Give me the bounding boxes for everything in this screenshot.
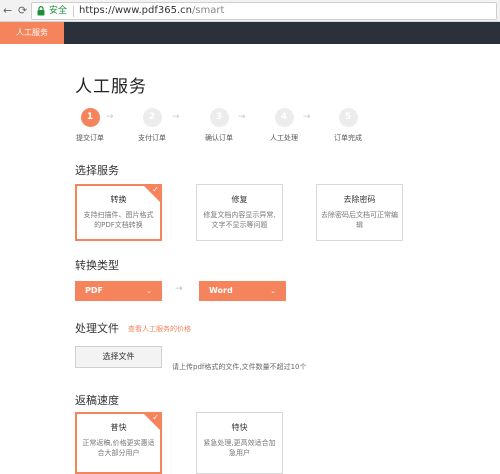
step-number: 5 (338, 108, 358, 127)
url-text[interactable]: https://www.pdf365.cn/smart (79, 4, 224, 18)
site-header: 人工服务 (0, 22, 500, 44)
url-path: /smart (191, 5, 225, 16)
card-desc: 支持扫描件、图片格式的PDF文档转换 (83, 211, 154, 229)
card-desc: 去除密码后文档可正常编辑 (321, 211, 398, 229)
file-hint: 请上传pdf格式的文件,文件数量不超过10个 (172, 363, 307, 371)
step-label: 支付订单 (138, 134, 166, 142)
section-title-convert: 转换类型 (75, 259, 119, 272)
step-arrow-icon: → (303, 112, 311, 122)
arrow-right-icon: → (175, 284, 183, 294)
step-arrow-icon: → (172, 112, 180, 122)
card-desc: 紧急处理,更高效适合加急用户 (203, 439, 276, 457)
step-label: 提交订单 (76, 134, 104, 142)
card-title: 去除密码 (343, 195, 376, 204)
step-number: 3 (209, 108, 229, 127)
dropdown-value: PDF (85, 286, 103, 295)
section-title-service: 选择服务 (75, 164, 119, 177)
price-link[interactable]: 查看人工服务的价格 (128, 324, 191, 334)
secure-label: 安全 (49, 6, 68, 16)
from-format-dropdown[interactable]: PDF ⌄ (75, 281, 162, 301)
header-tab-manual-service[interactable]: 人工服务 (0, 22, 64, 44)
chevron-down-icon: ⌄ (146, 287, 152, 295)
card-title: 特快 (231, 423, 248, 432)
checkmark-icon: ✓ (152, 413, 159, 422)
checkmark-icon: ✓ (152, 185, 159, 194)
page-title: 人工服务 (75, 77, 147, 97)
back-arrow-icon[interactable]: ← (3, 3, 12, 19)
card-desc: 正常返稿,价格更实惠适合大部分用户 (82, 439, 155, 457)
step-number: 1 (80, 108, 100, 127)
reload-icon[interactable]: ⟳ (18, 3, 27, 19)
step-5: 5 订单完成 (318, 108, 378, 143)
service-card-repair[interactable]: 修复 修复文档内容显示异常,文字不显示等问题 (196, 184, 283, 241)
service-card-convert[interactable]: 转换 支持扫描件、图片格式的PDF文档转换 ✓ (75, 184, 162, 241)
chevron-down-icon: ⌄ (270, 287, 276, 295)
card-desc: 修复文档内容显示异常,文字不显示等问题 (203, 211, 276, 229)
step-number: 2 (142, 108, 162, 127)
speed-card-normal[interactable]: 普快 正常返稿,价格更实惠适合大部分用户 ✓ (75, 412, 162, 474)
url-divider (73, 6, 74, 17)
step-arrow-icon: → (106, 112, 114, 122)
browser-toolbar: ← ⟳ 安全 https://www.pdf365.cn/smart (0, 0, 500, 22)
speed-card-express[interactable]: 特快 紧急处理,更高效适合加急用户 (196, 412, 283, 474)
section-title-file: 处理文件 (75, 322, 119, 335)
section-title-speed: 返稿速度 (75, 394, 119, 407)
step-arrow-icon: → (238, 112, 246, 122)
step-label: 订单完成 (334, 134, 362, 142)
step-label: 人工处理 (270, 134, 298, 142)
to-format-dropdown[interactable]: Word ⌄ (199, 281, 286, 301)
url-host: https://www.pdf365.cn (79, 5, 192, 16)
service-card-remove-password[interactable]: 去除密码 去除密码后文档可正常编辑 (316, 184, 403, 241)
address-bar[interactable]: 安全 https://www.pdf365.cn/smart (31, 2, 497, 20)
dropdown-value: Word (209, 286, 233, 295)
choose-file-button[interactable]: 选择文件 (75, 346, 162, 368)
step-number: 4 (274, 108, 294, 127)
step-label: 确认订单 (205, 134, 233, 142)
card-title: 修复 (231, 195, 248, 204)
lock-icon (37, 6, 45, 16)
